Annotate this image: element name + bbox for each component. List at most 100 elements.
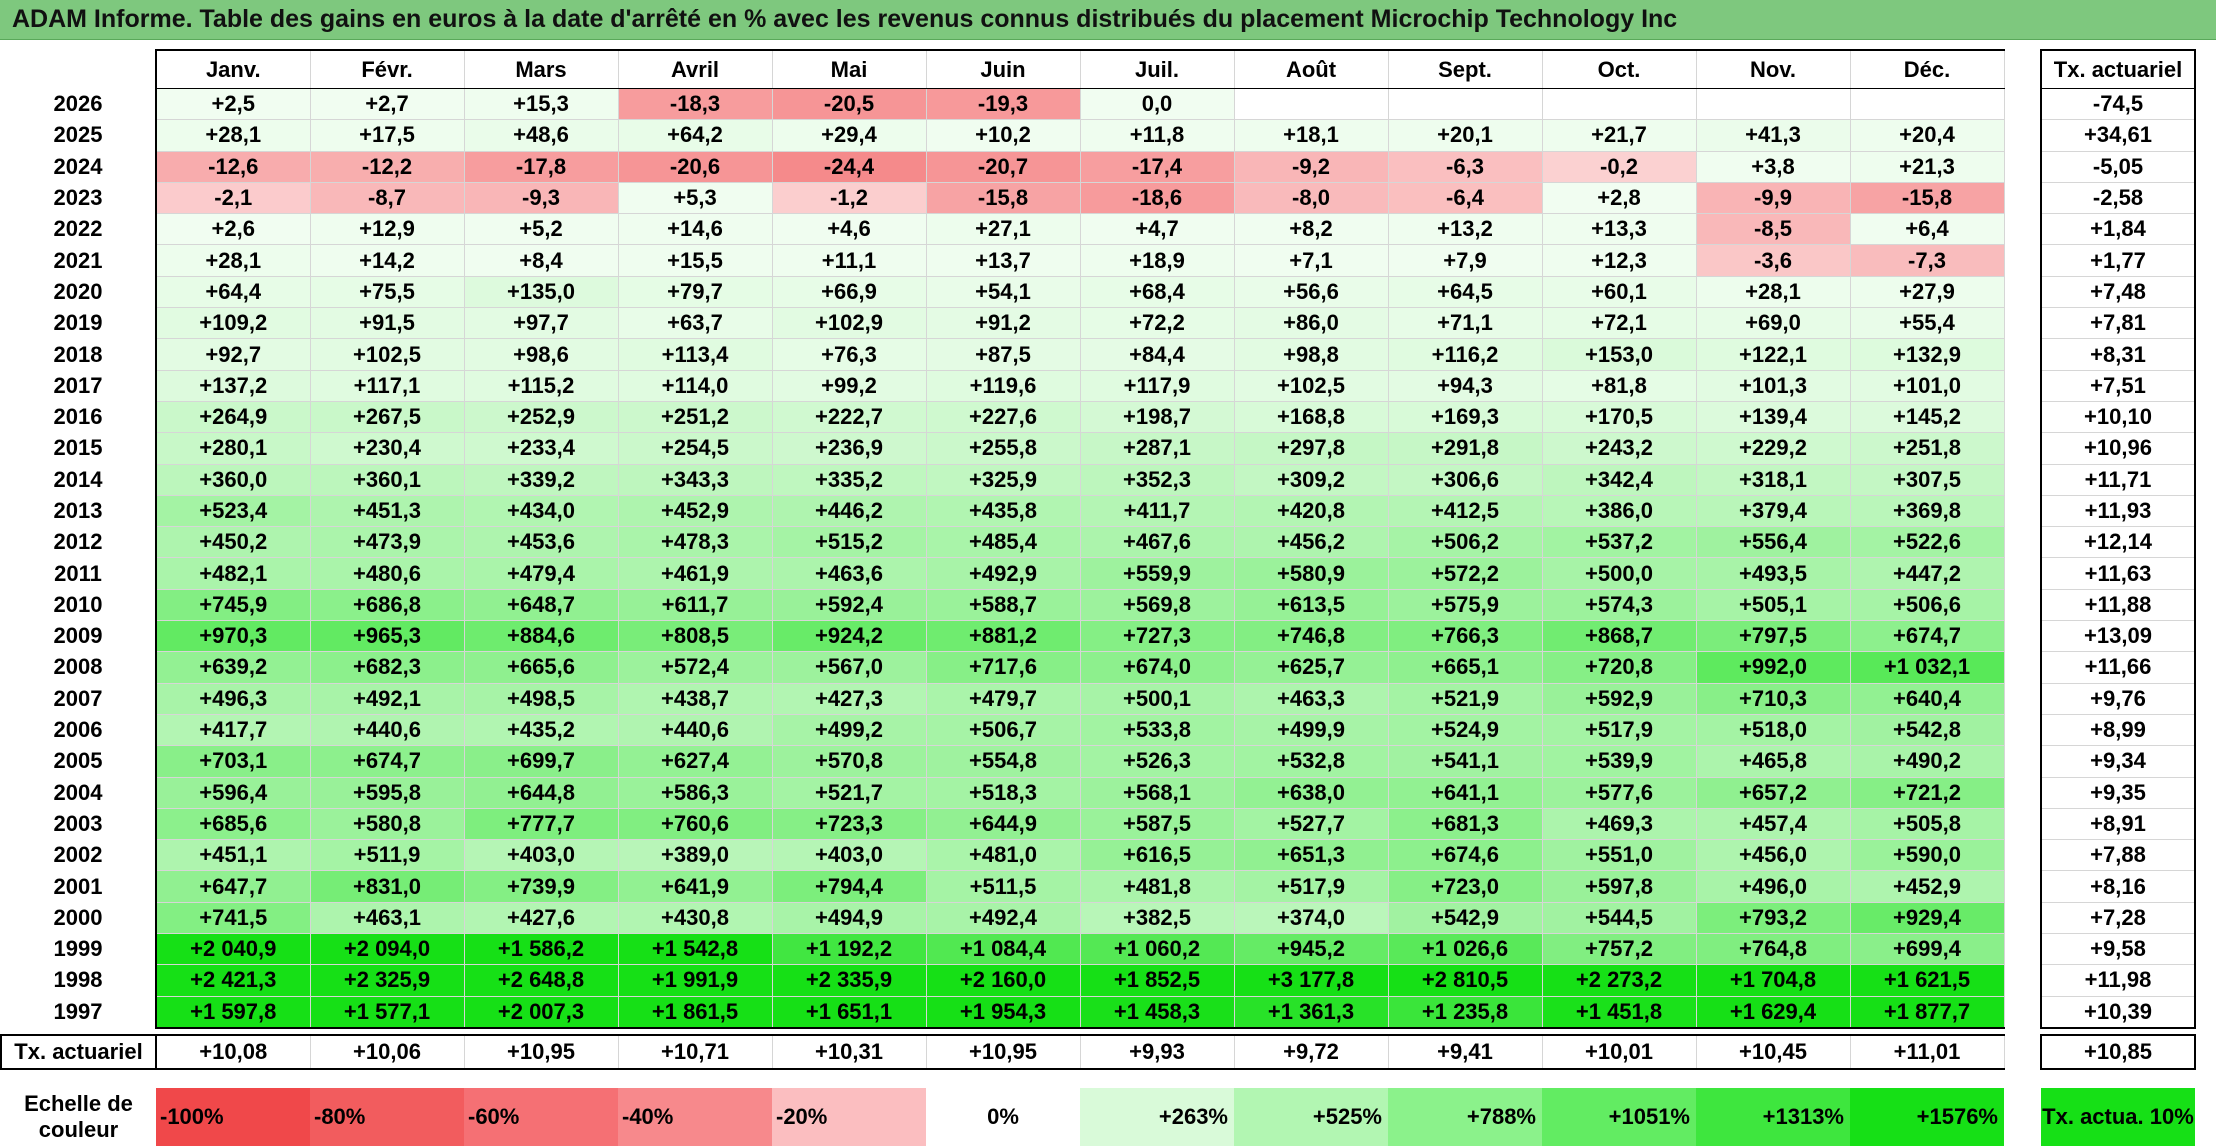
gain-cell: -20,6 [617,150,773,183]
gain-cell: -9,3 [463,181,619,215]
gain-cell: +1 542,8 [617,933,773,966]
gain-cell: +739,9 [463,870,619,903]
gain-cell: +717,6 [925,651,1081,684]
gain-cell: +685,6 [155,807,311,841]
year-label: 2001 [1,870,157,903]
column-gap [2004,777,2041,809]
year-label: 2026 [1,88,157,120]
gain-cell [1849,87,2005,121]
gain-cell: +699,4 [1849,933,2005,966]
gain-cell: +469,3 [1541,807,1697,841]
gain-cell: +76,3 [771,338,927,371]
gain-cell: +427,6 [463,901,619,935]
table-row: 2012 +450,2 +473,9 +453,6 +478,3 +515,2 +485,4… [1,526,2196,559]
tx-actuariel-cell: +1,77 [2040,244,2196,277]
gain-cell: +297,8 [1233,432,1389,465]
gain-cell: +41,3 [1695,119,1851,152]
month-header: Déc. [1849,49,2005,89]
gain-cell: +403,0 [463,839,619,872]
column-gap [2004,557,2041,590]
gain-cell: +521,9 [1387,682,1543,715]
gain-cell: +254,5 [617,432,773,465]
gain-cell: +227,6 [925,400,1081,434]
table-row: 2006 +417,7 +440,6 +435,2 +440,6 +499,2 +506,7… [1,713,2196,747]
gain-cell: +117,9 [1079,369,1235,402]
gain-cell: +478,3 [617,526,773,559]
gain-cell: +542,8 [1849,713,2005,747]
tx-actuariel-cell: +9,35 [2040,776,2196,809]
gain-cell: +587,5 [1079,807,1235,841]
corner-cell [1,50,157,89]
gain-cell: +559,9 [1079,557,1235,590]
gain-cell: +102,5 [309,338,465,371]
gain-cell: -2,1 [155,181,311,215]
gain-cell: +28,1 [1695,275,1851,309]
year-label: 2016 [1,401,157,433]
gain-cell: +542,9 [1387,901,1543,935]
gain-cell: -17,4 [1079,150,1235,183]
gain-cell: +457,4 [1695,807,1851,841]
gain-cell: -17,8 [463,150,619,183]
gain-cell: +575,9 [1387,588,1543,622]
gain-cell: +72,2 [1079,307,1235,340]
gain-cell: +8,4 [463,244,619,277]
tx-actuariel-cell: +9,76 [2040,682,2196,715]
gain-cell: +479,4 [463,557,619,590]
gain-cell: +929,4 [1849,901,2005,935]
gain-cell: +230,4 [309,432,465,465]
gain-cell: +556,4 [1695,526,1851,559]
gain-cell: +727,3 [1079,620,1235,653]
gain-cell: +682,3 [309,651,465,684]
gain-cell: +868,7 [1541,620,1697,653]
gain-cell: +511,5 [925,870,1081,903]
gain-cell: +461,9 [617,557,773,590]
tx-actuariel-cell: +13,09 [2040,620,2196,653]
gain-cell: +592,4 [771,588,927,622]
gain-cell: +264,9 [155,400,311,434]
table-row: 2017 +137,2 +117,1 +115,2 +114,0 +99,2 +119,6 +… [1,369,2196,402]
gain-cell: +13,2 [1387,213,1543,246]
gain-cell: +17,5 [309,119,465,152]
gain-cell: +139,4 [1695,400,1851,434]
gain-cell: +527,7 [1233,807,1389,841]
column-gap [2004,933,2041,965]
gain-cell: -15,8 [1849,181,2005,215]
table-row: 2002 +451,1 +511,9 +403,0 +389,0 +403,0 +481,0… [1,839,2196,872]
gain-cell: +499,2 [771,713,927,747]
gain-cell: +463,1 [309,901,465,935]
gain-cell: +745,9 [155,588,311,622]
spacer-cell [1388,1069,1542,1088]
gain-cell: +114,0 [617,369,773,402]
gain-cell: +639,2 [155,651,311,684]
gain-cell: +467,6 [1079,526,1235,559]
gain-cell: +515,2 [771,526,927,559]
gain-cell: +686,8 [309,588,465,622]
spacer-cell [772,1069,926,1088]
tx-actuariel-cell: +11,98 [2040,964,2196,997]
gain-cell: +291,8 [1387,432,1543,465]
gain-cell: 0,0 [1079,87,1235,121]
gain-cell: +2 810,5 [1387,964,1543,997]
table-row: 2013 +523,4 +451,3 +434,0 +452,9 +446,2 +435,8… [1,494,2196,528]
gain-cell: +101,3 [1695,369,1851,402]
gain-cell [1387,87,1543,121]
gain-cell: +11,8 [1079,119,1235,152]
year-label: 2021 [1,244,157,277]
gain-cell: +15,3 [463,87,619,121]
spacer-cell [1234,1069,1388,1088]
gain-cell: +517,9 [1541,713,1697,747]
gain-cell: +521,7 [771,776,927,809]
gain-cell: +992,0 [1695,651,1851,684]
column-gap [2004,50,2041,89]
gain-cell: -6,3 [1387,150,1543,183]
gain-cell: +517,9 [1233,870,1389,903]
gain-cell: +452,9 [617,494,773,528]
year-label: 2010 [1,589,157,621]
spacer-cell [156,1069,310,1088]
table-row: 2024 -12,6 -12,2 -17,8 -20,6 -24,4 -20,7 -17,4-… [1,150,2196,183]
table-row: 1997 +1 597,8 +1 577,1 +2 007,3 +1 861,5 +1 6… [1,995,2196,1029]
title-bar: ADAM Informe. Table des gains en euros à… [0,0,2216,40]
gain-cell: +481,8 [1079,870,1235,903]
summary-cell: +10,08 [155,1033,311,1070]
gain-cell: +119,6 [925,369,1081,402]
